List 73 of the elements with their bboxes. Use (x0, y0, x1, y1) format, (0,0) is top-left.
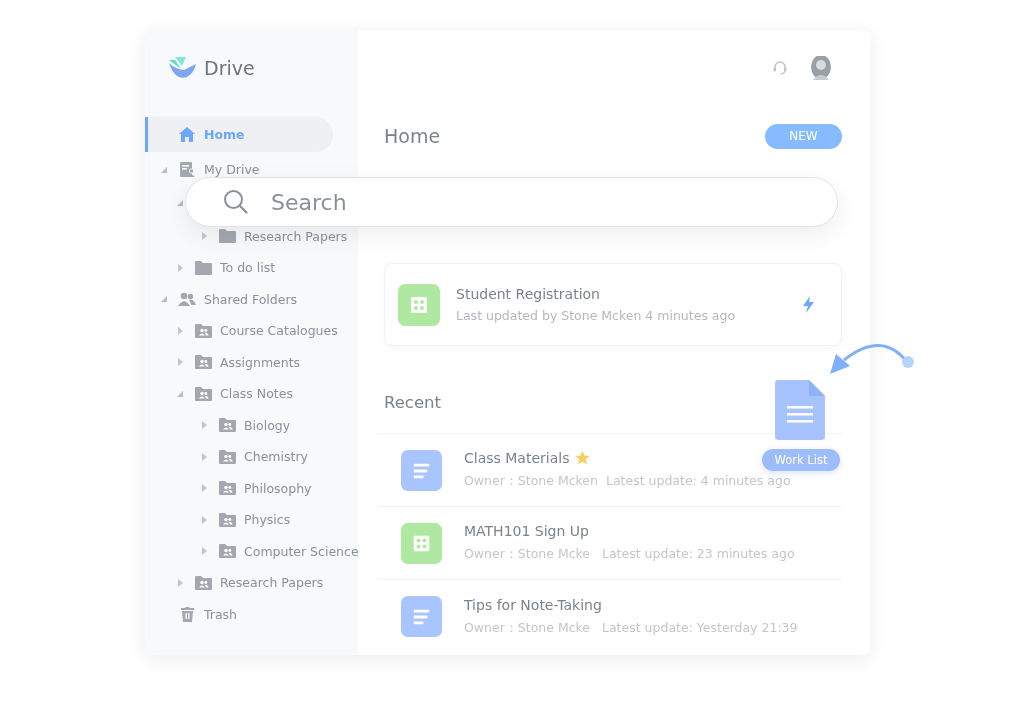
shared-folder-icon (218, 512, 236, 527)
document-icon (401, 596, 442, 637)
collapsed-triangle-icon[interactable] (177, 326, 184, 335)
search-icon (223, 189, 248, 214)
folder-icon (194, 260, 212, 275)
sidebar-item[interactable]: Research Papers (145, 226, 348, 247)
shared-folder-icon (218, 449, 236, 464)
expanded-triangle-icon[interactable] (161, 295, 168, 304)
star-icon[interactable] (575, 451, 591, 465)
sidebar-item[interactable]: Home (145, 117, 333, 152)
people-icon (178, 292, 196, 307)
lightning-icon[interactable] (802, 296, 815, 313)
sidebar-item[interactable]: Course Catalogues (145, 320, 338, 341)
page-title: Home (384, 125, 441, 147)
headset-icon[interactable] (772, 60, 788, 76)
file-card[interactable]: Student Registration Last updated by Stone Mcken 4 minutes ago (384, 263, 842, 346)
expanded-triangle-icon[interactable] (177, 389, 184, 398)
shared-folder-icon (194, 386, 212, 401)
logo-icon (169, 57, 196, 79)
folder-icon (218, 229, 236, 244)
sidebar-item[interactable]: Research Papers (145, 572, 324, 593)
trash-icon (180, 606, 194, 622)
sidebar-item[interactable]: Biology (145, 415, 291, 436)
owner-text: Owner：Stone Mcke (464, 619, 592, 637)
shared-folder-icon (218, 544, 236, 559)
update-time: Latest update: 4 minutes ago (605, 473, 791, 490)
home-icon (179, 127, 195, 142)
sidebar-item[interactable]: Chemistry (145, 446, 308, 467)
sidebar-item[interactable]: To do list (145, 257, 276, 278)
sidebar-item[interactable]: Computer Science (145, 541, 359, 562)
owner-text: Owner：Stone Mcken (464, 473, 598, 490)
file-name[interactable]: Class Materials (464, 450, 570, 466)
file-label: Work List (762, 449, 840, 471)
new-button[interactable]: NEW (765, 123, 842, 149)
collapsed-triangle-icon[interactable] (201, 547, 208, 556)
collapsed-triangle-icon[interactable] (177, 263, 184, 272)
document-icon[interactable] (775, 380, 825, 440)
sidebar-item[interactable]: Shared Folders (145, 289, 298, 310)
shared-folder-icon (194, 323, 212, 338)
sidebar-item[interactable]: Physics (145, 509, 291, 530)
sidebar-item[interactable]: Assignments (145, 352, 301, 373)
sidebar-item[interactable]: My Drive (145, 159, 260, 180)
collapsed-triangle-icon[interactable] (201, 421, 208, 430)
search-field[interactable]: Search (185, 177, 838, 227)
collapsed-triangle-icon[interactable] (177, 578, 184, 587)
avatar[interactable] (810, 56, 832, 80)
owner-text: Owner：Stone Mcke (464, 546, 592, 563)
expanded-triangle-icon[interactable] (161, 165, 168, 174)
sidebar-item[interactable]: Philosophy (145, 478, 312, 499)
form-icon (398, 283, 440, 326)
sidebar-item[interactable]: Class Notes (145, 383, 293, 404)
file-name[interactable]: Tips for Note-Taking (464, 596, 602, 613)
app-title: Drive (204, 57, 255, 79)
file-subtitle: Last updated by Stone Mcken 4 minutes ago (456, 308, 737, 323)
collapsed-triangle-icon[interactable] (177, 358, 184, 367)
sidebar-item[interactable]: Trash (145, 604, 238, 625)
update-time: Latest update: Yesterday 21:39 (602, 619, 798, 637)
collapsed-triangle-icon[interactable] (201, 515, 208, 524)
shared-folder-icon (218, 481, 236, 496)
collapsed-triangle-icon[interactable] (201, 484, 208, 493)
shared-folder-icon (194, 355, 212, 370)
file-name: Student Registration (456, 286, 601, 302)
document-person-icon (179, 162, 195, 178)
expanded-triangle-icon[interactable] (177, 199, 184, 207)
section-title: Recent (384, 392, 442, 412)
shared-folder-icon (194, 575, 212, 590)
shared-folder-icon (218, 418, 236, 433)
form-icon (401, 522, 442, 564)
collapsed-triangle-icon[interactable] (201, 232, 208, 241)
collapsed-triangle-icon[interactable] (201, 452, 208, 461)
file-name[interactable]: MATH101 Sign Up (464, 523, 589, 539)
document-icon (401, 449, 442, 491)
update-time: Latest update: 23 minutes ago (602, 546, 795, 563)
